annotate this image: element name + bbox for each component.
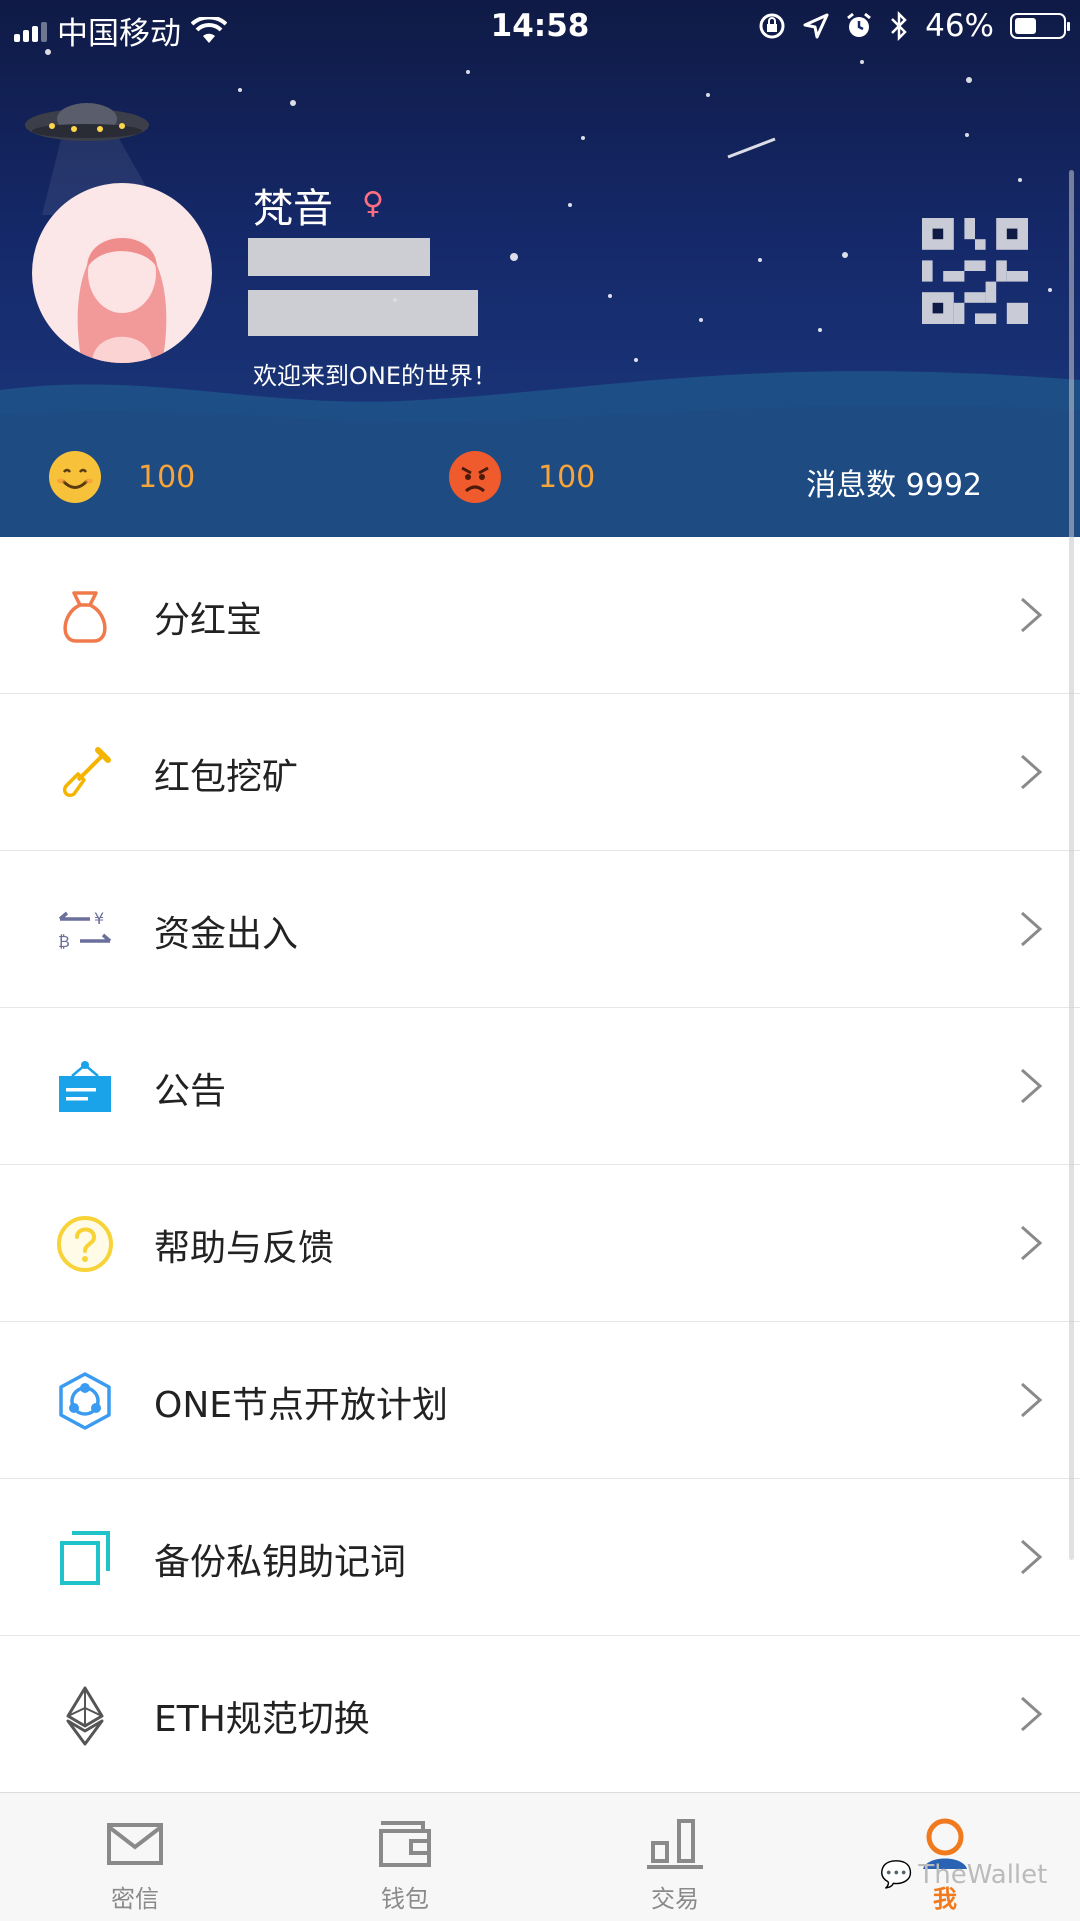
chevron-right-icon: [1021, 597, 1043, 633]
notice-board-icon: [59, 1061, 111, 1112]
wallet-icon: [379, 1821, 431, 1867]
ethereum-icon: [66, 1686, 104, 1746]
copy-icon: [60, 1531, 110, 1585]
menu-list: 分红宝 红包挖矿 ¥ ₿ 资金出入 公告 帮助与反馈 ONE节点开放计划 备份私…: [0, 537, 1080, 1793]
tab-messages[interactable]: 密信: [0, 1793, 270, 1921]
menu-item-red-packet-mining[interactable]: 红包挖矿: [0, 694, 1080, 851]
chevron-right-icon: [1021, 754, 1043, 790]
avatar[interactable]: [32, 183, 212, 363]
menu-label: 帮助与反馈: [154, 1228, 335, 1269]
menu-item-funds-transfer[interactable]: ¥ ₿ 资金出入: [0, 851, 1080, 1008]
watermark-text: TheWallet: [918, 1860, 1048, 1890]
menu-label: ONE节点开放计划: [154, 1385, 449, 1426]
chevron-right-icon: [1021, 1068, 1043, 1104]
battery-icon: [1010, 13, 1070, 39]
redacted-address: [248, 290, 478, 336]
money-bag-icon: [63, 591, 107, 643]
alarm-icon: [847, 12, 872, 37]
watermark: 💬 TheWallet: [880, 1860, 1047, 1890]
menu-label: 资金出入: [154, 914, 299, 955]
menu-label: 备份私钥助记词: [154, 1542, 407, 1583]
tab-label: 密信: [111, 1885, 159, 1913]
rotation-lock-icon: [759, 13, 785, 39]
tab-label: 钱包: [381, 1885, 429, 1913]
battery-fill: [1015, 18, 1036, 34]
redacted-account-id: [248, 238, 430, 276]
tab-wallet[interactable]: 钱包: [270, 1793, 540, 1921]
qr-code-icon[interactable]: [922, 218, 1028, 324]
chevron-right-icon: [1021, 1539, 1043, 1575]
location-icon: [803, 13, 829, 39]
menu-item-dividend[interactable]: 分红宝: [0, 537, 1080, 694]
username: 梵音: [253, 186, 333, 232]
angry-count: 100: [538, 460, 596, 495]
svg-text:₿: ₿: [58, 932, 70, 951]
menu-item-help-feedback[interactable]: 帮助与反馈: [0, 1165, 1080, 1322]
scrollbar[interactable]: [1069, 170, 1074, 1560]
message-count[interactable]: 消息数 9992: [806, 460, 982, 504]
chevron-right-icon: [1021, 1382, 1043, 1418]
welcome-text: 欢迎来到ONE的世界！: [253, 362, 498, 390]
tab-label: 交易: [651, 1885, 699, 1913]
menu-label: 分红宝: [154, 600, 263, 641]
chart-icon: [647, 1819, 703, 1869]
battery-percent: 46%: [925, 8, 994, 44]
menu-item-eth-switch[interactable]: ETH规范切换: [0, 1636, 1080, 1793]
status-bar: 中国移动 14:58 46%: [0, 0, 1080, 56]
menu-label: 红包挖矿: [154, 757, 299, 798]
menu-item-announcement[interactable]: 公告: [0, 1008, 1080, 1165]
tab-bar: 密信 钱包 交易 我: [0, 1792, 1080, 1921]
help-icon: [57, 1216, 113, 1272]
female-gender-icon: ♀: [362, 186, 384, 221]
chevron-right-icon: [1021, 1225, 1043, 1261]
node-network-icon: [59, 1372, 111, 1430]
mail-icon: [107, 1823, 163, 1865]
angry-emoji-icon: [449, 451, 501, 503]
chevron-right-icon: [1021, 1696, 1043, 1732]
smile-count: 100: [138, 460, 196, 495]
tab-trade[interactable]: 交易: [540, 1793, 810, 1921]
bluetooth-icon: [891, 11, 907, 41]
tab-me[interactable]: 我: [810, 1793, 1080, 1921]
menu-item-node-plan[interactable]: ONE节点开放计划: [0, 1322, 1080, 1479]
shovel-icon: [62, 747, 111, 798]
chevron-right-icon: [1021, 911, 1043, 947]
menu-item-backup-mnemonic[interactable]: 备份私钥助记词: [0, 1479, 1080, 1636]
stats-row: 100 100 消息数 9992: [0, 438, 1080, 518]
wechat-icon: 💬: [880, 1860, 913, 1890]
avatar-girl-icon: [77, 233, 167, 363]
menu-label: ETH规范切换: [154, 1699, 370, 1740]
exchange-icon: ¥ ₿: [58, 909, 112, 951]
profile-header: 中国移动 14:58 46% 梵音 ♀ 欢迎来到ONE的世界！ 100 100 …: [0, 0, 1080, 537]
svg-text:¥: ¥: [94, 909, 104, 928]
menu-label: 公告: [154, 1071, 227, 1112]
smile-emoji-icon: [49, 451, 101, 503]
